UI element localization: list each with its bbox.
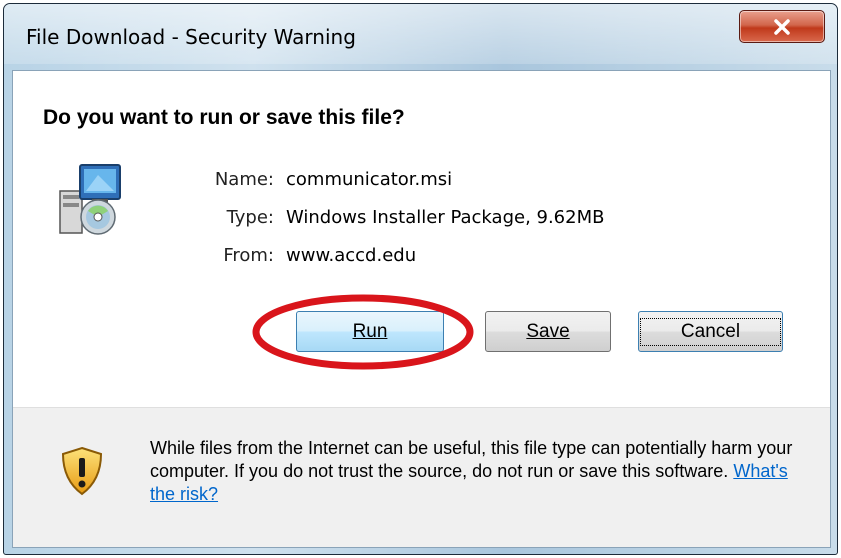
close-button[interactable] <box>739 10 825 43</box>
dialog-body: Do you want to run or save this file? Na… <box>12 70 831 548</box>
from-value: www.accd.edu <box>286 245 417 266</box>
cancel-button[interactable]: Cancel <box>638 311 783 352</box>
dialog-window: File Download - Security Warning Do you … <box>3 3 838 555</box>
from-label: From: <box>223 245 274 266</box>
file-from-row: From: www.accd.edu <box>173 245 673 283</box>
save-button[interactable]: Save <box>485 311 611 352</box>
window-title: File Download - Security Warning <box>26 25 356 49</box>
title-bar[interactable]: File Download - Security Warning <box>4 4 837 70</box>
name-value: communicator.msi <box>286 169 453 190</box>
security-warning-panel: While files from the Internet can be use… <box>13 407 830 547</box>
cancel-button-label: Cancel <box>639 317 782 346</box>
save-button-label: Save <box>526 320 570 342</box>
dialog-heading: Do you want to run or save this file? <box>43 106 405 129</box>
installer-package-icon <box>59 164 121 235</box>
close-icon <box>774 18 790 35</box>
run-button-label: Run <box>352 320 388 342</box>
security-shield-icon <box>61 446 103 496</box>
type-label: Type: <box>226 207 274 228</box>
name-label: Name: <box>214 169 274 190</box>
run-button[interactable]: Run <box>296 311 444 352</box>
warning-text: While files from the Internet can be use… <box>150 438 793 481</box>
file-name-row: Name: communicator.msi <box>173 169 673 207</box>
type-value: Windows Installer Package, 9.62MB <box>286 207 605 228</box>
warning-message: While files from the Internet can be use… <box>150 437 810 506</box>
file-info: Name: communicator.msi Type: Windows Ins… <box>173 169 673 283</box>
file-type-row: Type: Windows Installer Package, 9.62MB <box>173 207 673 245</box>
